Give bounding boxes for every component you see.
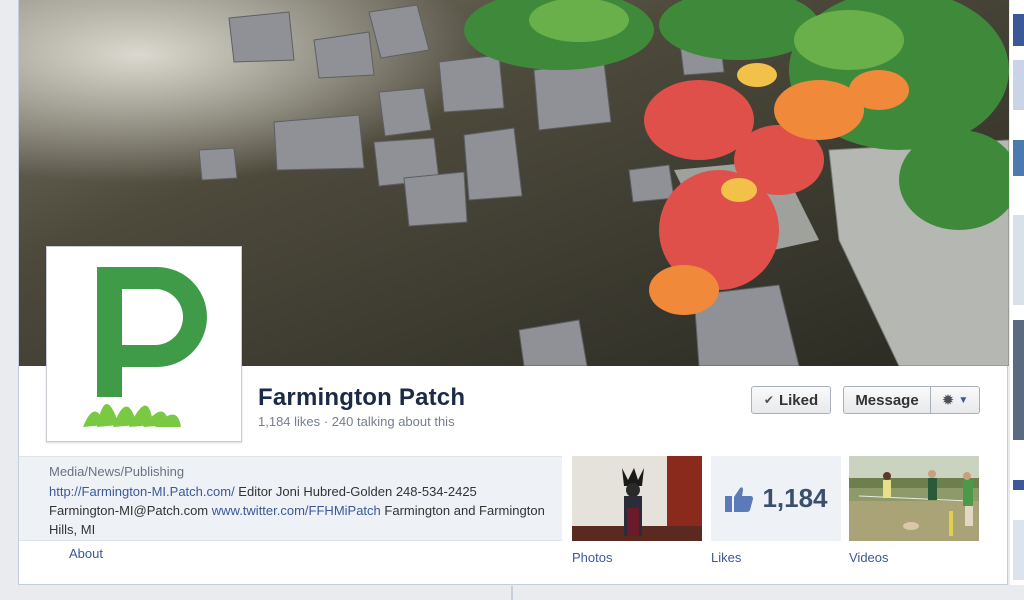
likes-label[interactable]: Likes (711, 550, 741, 565)
page-stats: 1,184 likes · 240 talking about this (258, 414, 455, 429)
caret-down-icon: ▼ (958, 394, 969, 406)
liked-button-label: Liked (778, 391, 819, 409)
photos-label[interactable]: Photos (572, 550, 612, 565)
page-category: Media/News/Publishing (49, 464, 185, 479)
page-description: http://Farmington-MI.Patch.com/ Editor J… (49, 482, 549, 539)
photos-tile[interactable] (572, 456, 702, 541)
thumbs-up-icon (725, 486, 754, 512)
liked-button[interactable]: ✔ Liked (751, 386, 831, 414)
videos-label[interactable]: Videos (849, 550, 889, 565)
about-box: Media/News/Publishing http://Farmington-… (19, 456, 562, 541)
settings-menu-button[interactable]: ✹ ▼ (930, 386, 980, 414)
page-name[interactable]: Farmington Patch (258, 384, 465, 412)
timeline-divider (511, 586, 513, 600)
photos-thumbnail (572, 456, 702, 541)
profile-picture[interactable] (46, 246, 242, 442)
likes-tile[interactable]: 1,184 (711, 456, 841, 541)
likes-count: 1,184 (762, 483, 828, 513)
about-link[interactable]: About (69, 546, 103, 561)
videos-tile[interactable] (849, 456, 979, 541)
patch-logo (83, 267, 207, 427)
message-button-label: Message (855, 391, 919, 409)
website-link[interactable]: http://Farmington-MI.Patch.com/ (49, 484, 235, 499)
twitter-link[interactable]: www.twitter.com/FFHMiPatch (212, 503, 381, 518)
check-icon: ✔ (763, 393, 774, 407)
gear-icon: ✹ (941, 392, 955, 409)
right-sidebar-edge (1010, 0, 1024, 600)
videos-thumbnail (849, 456, 979, 541)
message-button[interactable]: Message (843, 386, 931, 414)
page-container: Farmington Patch 1,184 likes · 240 talki… (18, 0, 1009, 585)
